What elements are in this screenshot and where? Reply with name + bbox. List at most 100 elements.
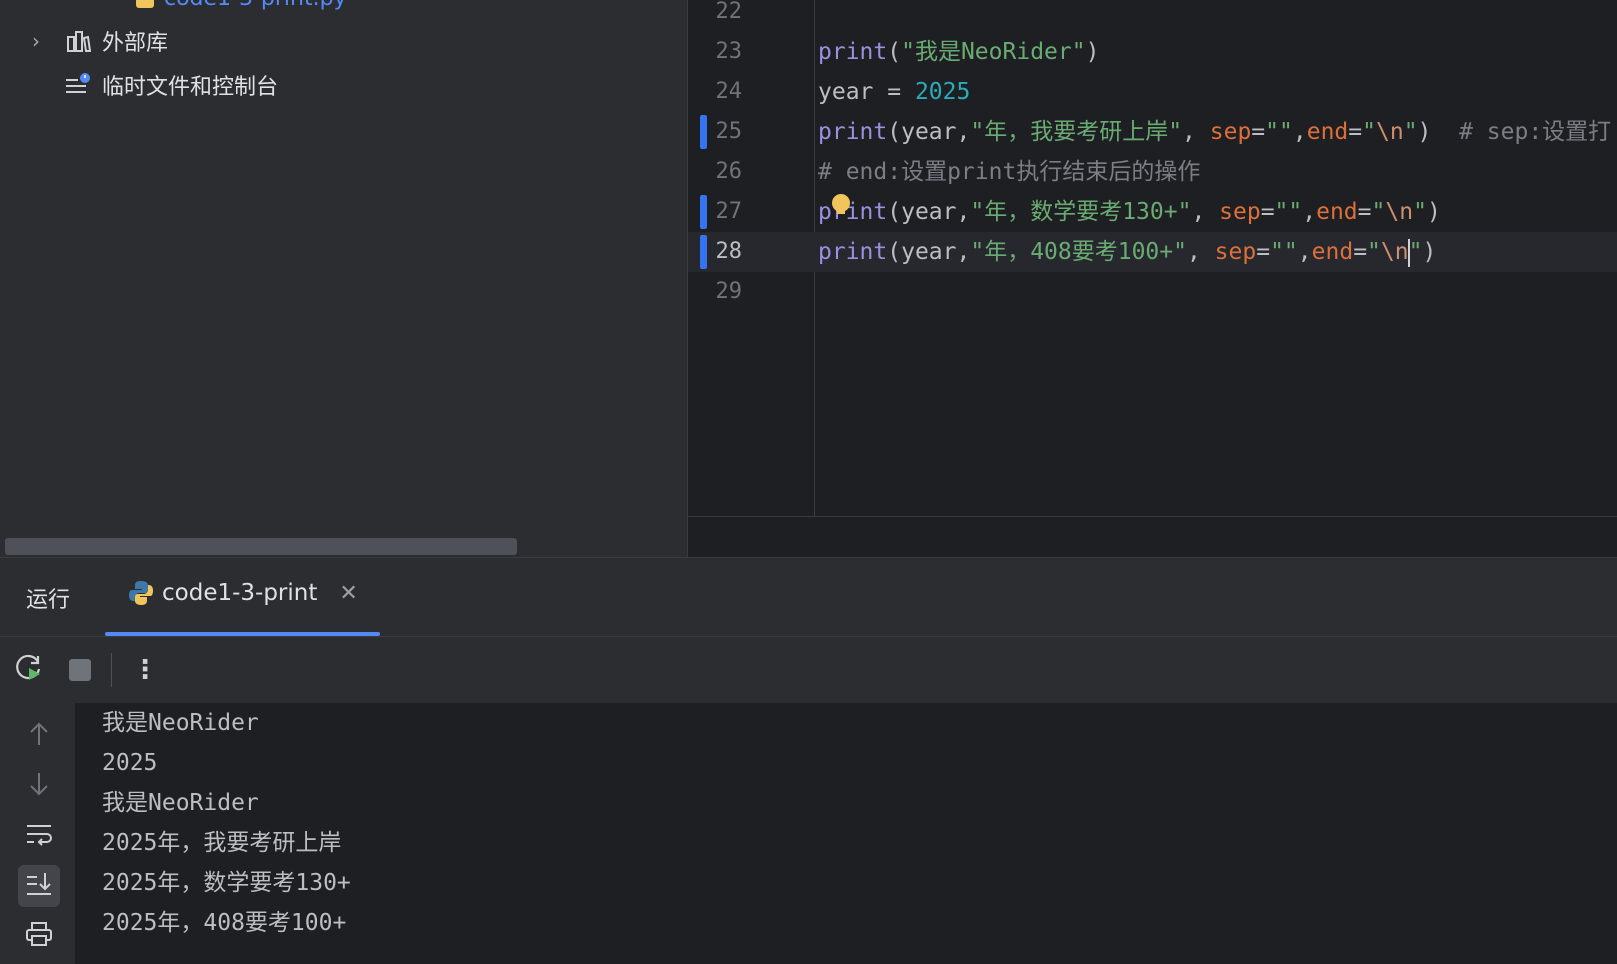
project-item-scratches[interactable]: 临时文件和控制台 — [64, 65, 278, 105]
toolbar-separator — [111, 653, 112, 687]
library-icon — [64, 27, 92, 55]
chevron-right-icon[interactable]: › — [26, 29, 46, 53]
intention-bulb-icon[interactable] — [832, 194, 850, 214]
code-text: print("我是NeoRider") — [818, 32, 1099, 72]
token-comma: , — [1297, 239, 1312, 265]
scroll-up-button[interactable] — [18, 715, 60, 757]
token-function: print — [818, 39, 888, 65]
line-number: 29 — [715, 279, 743, 304]
console-line: 2025年，我要考研上岸 — [102, 830, 342, 856]
printer-icon — [25, 921, 53, 951]
project-file-item[interactable]: code1-3-print.py — [134, 0, 347, 11]
run-tool-window: 运行 code1-3-print ✕ ⋮ 我是NeoRider 2025 我是N… — [0, 557, 1617, 964]
token-function: print — [818, 119, 888, 145]
token-number: 2025 — [914, 79, 971, 105]
token-string: " — [1413, 199, 1427, 225]
token-args: (year, — [887, 119, 971, 145]
run-tab-bar: 运行 code1-3-print ✕ — [0, 558, 1617, 636]
token-equals: = — [1357, 199, 1372, 225]
horizontal-scrollbar[interactable] — [5, 538, 517, 555]
project-item-label: 临时文件和控制台 — [102, 75, 279, 100]
run-window-title: 运行 — [26, 588, 71, 613]
line-number: 24 — [715, 79, 743, 104]
console-output[interactable]: 我是NeoRider 2025 我是NeoRider 2025年，我要考研上岸 … — [102, 703, 351, 943]
token-paren: ) — [1417, 119, 1432, 145]
line-number: 28 — [715, 239, 743, 264]
console-line: 我是NeoRider — [102, 710, 259, 736]
arrow-up-icon — [28, 721, 50, 751]
token-comment: # sep:设置打 — [1431, 119, 1612, 145]
project-panel: code1-3-print.py › 外部库 临时文件和控制台 — [0, 0, 687, 557]
code-text: print(year,"年，数学要考130+", sep="",end="\n"… — [818, 192, 1441, 232]
token-paren: ) — [1422, 239, 1437, 265]
scroll-to-end-button[interactable] — [18, 865, 60, 907]
token-comma: , — [1182, 119, 1210, 145]
soft-wrap-icon — [25, 822, 53, 850]
token-escape: \n — [1375, 119, 1404, 145]
console-line: 2025 — [102, 750, 158, 776]
token-named-param: sep — [1209, 119, 1252, 145]
token-paren: ( — [887, 39, 902, 65]
line-number: 27 — [715, 199, 743, 224]
token-paren: ) — [1085, 39, 1100, 65]
stop-icon — [69, 659, 91, 681]
token-paren: ) — [1426, 199, 1441, 225]
token-comma: , — [1191, 199, 1220, 225]
print-button[interactable] — [18, 915, 60, 957]
token-named-param: sep — [1219, 199, 1261, 225]
rerun-button[interactable] — [12, 653, 46, 687]
token-named-param: end — [1316, 199, 1358, 225]
stop-button[interactable] — [63, 653, 97, 687]
run-tab-label: code1-3-print — [162, 580, 318, 606]
more-vertical-icon: ⋮ — [132, 655, 158, 685]
python-file-icon — [134, 0, 156, 10]
console-line: 我是NeoRider — [102, 790, 259, 816]
code-line[interactable]: 27 print(year,"年，数学要考130+", sep="",end="… — [688, 192, 1617, 232]
project-item-external-libraries[interactable]: › 外部库 — [26, 21, 168, 61]
python-icon — [128, 580, 154, 606]
token-comment: # end:设置print执行结束后的操作 — [818, 159, 1201, 185]
scroll-down-button[interactable] — [18, 765, 60, 807]
line-number: 25 — [715, 119, 743, 144]
token-named-param: sep — [1214, 239, 1257, 265]
token-string: " — [1403, 119, 1418, 145]
code-text: year = 2025 — [818, 72, 970, 112]
code-line[interactable]: 23 print("我是NeoRider") — [688, 32, 1617, 72]
token-variable: year = — [818, 79, 915, 105]
token-string: "" — [1270, 239, 1298, 265]
project-file-label: code1-3-print.py — [164, 0, 347, 11]
code-line[interactable]: 25 print(year,"年，我要考研上岸", sep="",end="\n… — [688, 112, 1617, 152]
token-comma: , — [1186, 239, 1215, 265]
soft-wrap-button[interactable] — [18, 815, 60, 857]
code-line-current[interactable]: 28 print(year,"年，408要考100+", sep="",end=… — [688, 232, 1617, 272]
token-named-param: end — [1306, 119, 1349, 145]
token-string: "年，数学要考130+" — [970, 199, 1192, 225]
token-string: " — [1371, 199, 1386, 225]
arrow-down-icon — [28, 771, 50, 801]
close-icon[interactable]: ✕ — [339, 581, 357, 606]
token-string: "我是NeoRider" — [901, 39, 1086, 65]
token-function: print — [818, 199, 888, 225]
token-equals: = — [1353, 239, 1368, 265]
code-line[interactable]: 22 — [688, 0, 1617, 32]
token-function: print — [818, 239, 888, 265]
code-line[interactable]: 24 year = 2025 — [688, 72, 1617, 112]
code-text: print(year,"年，408要考100+", sep="",end="\n… — [818, 232, 1436, 272]
code-line[interactable]: 29 — [688, 272, 1617, 312]
line-number: 22 — [715, 0, 743, 24]
token-string: " — [1367, 239, 1381, 265]
token-string: " — [1408, 239, 1423, 265]
scratches-console-icon — [64, 71, 92, 99]
token-string: "" — [1274, 199, 1303, 225]
code-editor[interactable]: 22 23 print("我是NeoRider") 24 year = 2025… — [687, 0, 1617, 557]
run-tab-code1-3-print[interactable]: code1-3-print ✕ — [128, 580, 358, 606]
project-item-label: 外部库 — [102, 31, 169, 56]
token-escape: \n — [1380, 239, 1409, 265]
code-text: print(year,"年，我要考研上岸", sep="",end="\n") … — [818, 112, 1611, 152]
token-equals: = — [1251, 119, 1266, 145]
token-string: "" — [1265, 119, 1293, 145]
token-comma: , — [1292, 119, 1307, 145]
line-number: 23 — [715, 39, 743, 64]
code-line[interactable]: 26 # end:设置print执行结束后的操作 — [688, 152, 1617, 192]
more-options-button[interactable]: ⋮ — [128, 653, 162, 687]
